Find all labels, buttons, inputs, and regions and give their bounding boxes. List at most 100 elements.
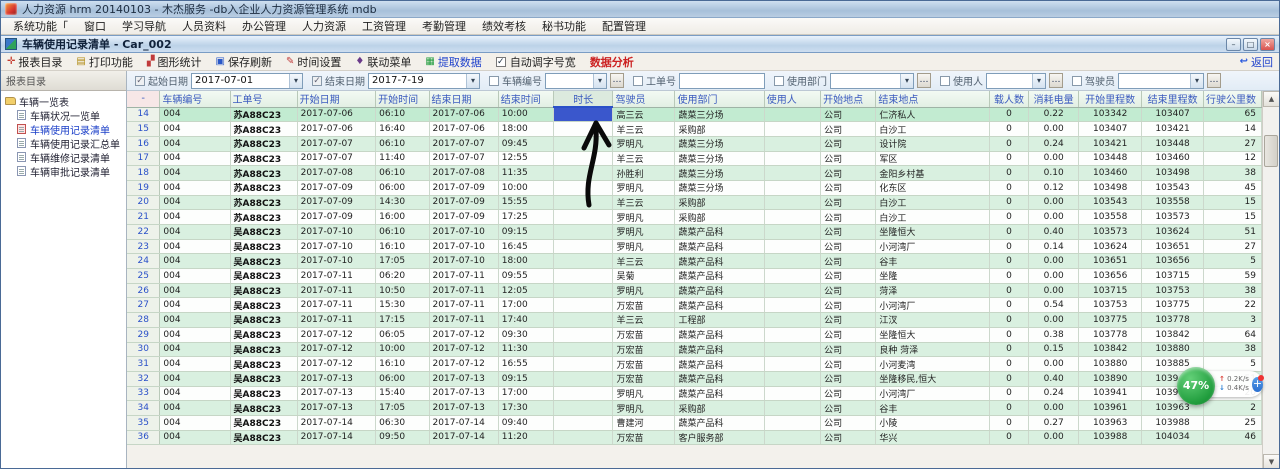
cell[interactable]: 2017-07-07 [297,136,376,151]
cell[interactable]: 万宏苗 [613,357,675,372]
cell[interactable]: 罗明凡 [613,283,675,298]
cell[interactable]: 103753 [1078,298,1141,313]
filter-select[interactable]: ▾ [986,73,1046,89]
toolbar-button-2[interactable]: ▞图形统计 [147,54,202,70]
cell[interactable]: 004 [160,122,230,137]
cell[interactable]: 103558 [1142,195,1204,210]
row-number[interactable]: 15 [127,122,160,137]
cell[interactable]: 2017-07-11 [297,269,376,284]
cell[interactable]: 公司 [821,283,876,298]
cell[interactable]: 103715 [1078,283,1141,298]
cell[interactable]: 004 [160,180,230,195]
cell[interactable]: 103842 [1078,342,1141,357]
dropdown-arrow-icon[interactable]: ▾ [1032,74,1045,88]
cell[interactable]: 采购部 [675,122,764,137]
title-bar[interactable]: 人力资源 hrm 20140103 - 木杰服务 -db入企业人力资源管理系统 … [1,1,1279,18]
menu-item-8[interactable]: 绩效考核 [474,17,534,35]
cell[interactable]: 金阳乡村基 [876,166,989,181]
cell[interactable]: 17:30 [498,401,553,416]
cell[interactable]: 103407 [1078,122,1141,137]
cell[interactable]: 白沙工 [876,122,989,137]
cell[interactable]: 公司 [821,195,876,210]
column-header-5[interactable]: 结束日期 [429,91,498,107]
column-header-8[interactable]: 驾驶员 [613,91,675,107]
menu-item-4[interactable]: 办公管理 [234,17,294,35]
cell[interactable]: 103421 [1142,122,1204,137]
cell[interactable]: 10:50 [376,283,429,298]
dropdown-arrow-icon[interactable]: ▾ [466,74,479,88]
cell[interactable]: 103342 [1078,107,1141,122]
cell[interactable]: 09:30 [498,327,553,342]
cell[interactable]: 06:10 [376,166,429,181]
cell[interactable]: 0 [989,225,1029,240]
cell[interactable]: 15:30 [376,298,429,313]
cell[interactable]: 17:00 [498,298,553,313]
cell[interactable]: 2017-07-06 [297,107,376,122]
menu-item-9[interactable]: 秘书功能 [534,17,594,35]
cell[interactable]: 吴A88C23 [230,327,297,342]
cell[interactable]: 2017-07-09 [429,180,498,195]
cell[interactable] [554,107,613,122]
cell[interactable]: 2017-07-13 [297,371,376,386]
dropdown-arrow-icon[interactable]: ▾ [1190,74,1203,88]
cell[interactable]: 06:00 [376,180,429,195]
cell[interactable]: 06:30 [376,415,429,430]
dropdown-arrow-icon[interactable]: ▾ [900,74,913,88]
cell[interactable]: 103880 [1142,342,1204,357]
cell[interactable]: 吴A88C23 [230,239,297,254]
column-header-17[interactable]: 行驶公里数 [1203,91,1261,107]
cell[interactable]: 004 [160,386,230,401]
cell[interactable]: 0 [989,269,1029,284]
cell[interactable]: 羊三云 [613,254,675,269]
row-number[interactable]: 30 [127,342,160,357]
filter-input[interactable] [679,73,765,89]
cell[interactable] [554,283,613,298]
cell[interactable]: 2017-07-11 [297,283,376,298]
cell[interactable]: 蔬菜产品科 [675,342,764,357]
column-header-11[interactable]: 开始地点 [821,91,876,107]
cell[interactable]: 2017-07-12 [429,327,498,342]
filter-select[interactable]: ▾ [545,73,607,89]
tree-item-3[interactable]: 车辆维修记录清单 [3,150,124,164]
cell[interactable]: 0.14 [1029,239,1079,254]
cell[interactable]: 0.00 [1029,401,1079,416]
cell[interactable]: 蔬菜产品科 [675,327,764,342]
cell[interactable] [764,122,820,137]
cell[interactable]: 0 [989,357,1029,372]
cell[interactable]: 51 [1203,225,1261,240]
cell[interactable]: 17:05 [376,254,429,269]
row-number[interactable]: 24 [127,254,160,269]
cell[interactable]: 菏泽 [876,283,989,298]
row-number[interactable]: 23 [127,239,160,254]
column-header-16[interactable]: 结束里程数 [1142,91,1204,107]
cell[interactable] [764,386,820,401]
cell[interactable]: 2017-07-09 [297,210,376,225]
cell[interactable]: 103775 [1142,298,1204,313]
cell[interactable]: 客户服务部 [675,430,764,445]
cell[interactable] [554,298,613,313]
cell[interactable] [764,342,820,357]
cell[interactable]: 0.40 [1029,225,1079,240]
cell[interactable]: 蔬菜三分场 [675,136,764,151]
cell[interactable]: 吴A88C23 [230,415,297,430]
cell[interactable]: 2 [1203,401,1261,416]
cell[interactable]: 12:05 [498,283,553,298]
menu-item-7[interactable]: 考勤管理 [414,17,474,35]
cell[interactable]: 公司 [821,415,876,430]
cell[interactable]: 蔬菜产品科 [675,239,764,254]
cell[interactable]: 103651 [1078,254,1141,269]
cell[interactable]: 103624 [1142,225,1204,240]
cell[interactable]: 004 [160,269,230,284]
cell[interactable]: 06:10 [376,225,429,240]
cell[interactable]: 坐隆 [876,269,989,284]
cell[interactable]: 曹建河 [613,415,675,430]
cell[interactable]: 0.38 [1029,327,1079,342]
cell[interactable]: 仁济私人 [876,107,989,122]
cell[interactable]: 11:20 [498,430,553,445]
cell[interactable]: 103941 [1078,386,1141,401]
cell[interactable]: 公司 [821,401,876,416]
cell[interactable]: 0 [989,327,1029,342]
cell[interactable]: 蔬菜产品科 [675,283,764,298]
cell[interactable]: 吴A88C23 [230,225,297,240]
return-button[interactable]: ↩ 返回 [1240,54,1273,70]
